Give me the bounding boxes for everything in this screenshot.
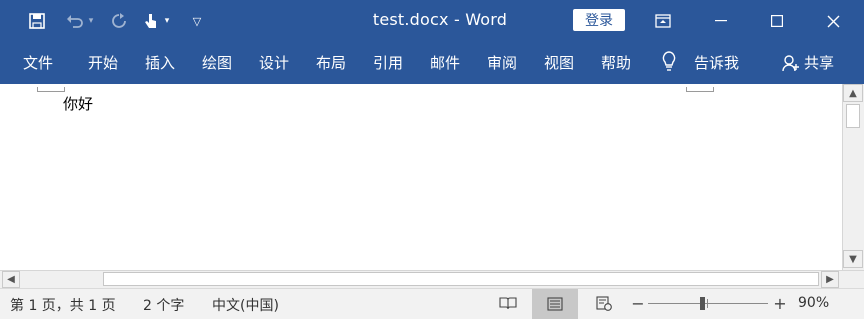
page-corner-mark-left [37, 87, 65, 92]
save-icon[interactable] [24, 8, 50, 34]
read-mode-icon[interactable] [496, 293, 520, 313]
share-button[interactable]: 共享 [804, 52, 834, 73]
scroll-up-icon[interactable]: ▲ [843, 84, 863, 102]
scroll-right-icon[interactable]: ▶ [821, 271, 839, 288]
word-count-status[interactable]: 2 个字 [143, 295, 184, 315]
document-area[interactable]: 你好 [0, 84, 864, 270]
window-title: test.docx - Word [372, 10, 508, 29]
zoom-level[interactable]: 90% [798, 295, 829, 311]
vertical-scroll-thumb[interactable] [846, 104, 860, 128]
language-status[interactable]: 中文(中国) [212, 295, 279, 315]
tell-me-input[interactable]: 告诉我 [694, 52, 739, 73]
tab-insert[interactable]: 插入 [145, 52, 175, 73]
tab-mailings[interactable]: 邮件 [430, 52, 460, 73]
login-button[interactable]: 登录 [573, 9, 625, 31]
share-user-icon[interactable] [782, 54, 800, 76]
tab-layout[interactable]: 布局 [316, 52, 346, 73]
tab-draw[interactable]: 绘图 [202, 52, 232, 73]
scroll-left-icon[interactable]: ◀ [2, 271, 20, 288]
zoom-slider-center-tick [707, 299, 708, 308]
zoom-slider-thumb[interactable] [700, 297, 705, 310]
web-layout-icon[interactable] [592, 293, 616, 313]
tab-help[interactable]: 帮助 [601, 52, 631, 73]
maximize-icon[interactable] [754, 0, 800, 42]
minimize-icon[interactable] [698, 0, 744, 42]
redo-icon[interactable] [106, 8, 132, 34]
scroll-down-icon[interactable]: ▼ [843, 250, 863, 268]
tab-design[interactable]: 设计 [259, 52, 289, 73]
ribbon-tab-bar: 文件 开始 插入 绘图 设计 布局 引用 邮件 审阅 视图 帮助 告诉我 共享 [0, 42, 864, 84]
vertical-scrollbar[interactable]: ▲ ▼ [842, 84, 864, 270]
zoom-slider[interactable] [648, 303, 768, 304]
close-icon[interactable] [810, 0, 856, 42]
ribbon-display-options-icon[interactable] [640, 0, 686, 42]
undo-dropdown-icon[interactable]: ▾ [84, 8, 98, 34]
horizontal-scrollbar[interactable]: ◀ ▶ [0, 270, 864, 288]
tab-file[interactable]: 文件 [23, 52, 53, 73]
zoom-in-icon[interactable]: + [768, 293, 792, 313]
touch-dropdown-icon[interactable]: ▾ [160, 8, 174, 34]
customize-quick-access-icon[interactable]: ▽ [184, 8, 210, 34]
title-bar: ▾ ▾ ▽ test.docx - Word 登录 [0, 0, 864, 42]
status-bar: 第 1 页，共 1 页 2 个字 中文(中国) − + 90% [0, 288, 864, 319]
tab-review[interactable]: 审阅 [487, 52, 517, 73]
horizontal-scroll-thumb[interactable] [103, 272, 819, 286]
lightbulb-icon[interactable] [661, 50, 677, 76]
page-corner-mark-right [686, 87, 714, 92]
tab-references[interactable]: 引用 [373, 52, 403, 73]
tab-home[interactable]: 开始 [88, 52, 118, 73]
document-text[interactable]: 你好 [63, 93, 93, 114]
zoom-out-icon[interactable]: − [626, 293, 650, 313]
tab-view[interactable]: 视图 [544, 52, 574, 73]
print-layout-icon[interactable] [532, 289, 578, 319]
page-count-status[interactable]: 第 1 页，共 1 页 [10, 295, 116, 315]
